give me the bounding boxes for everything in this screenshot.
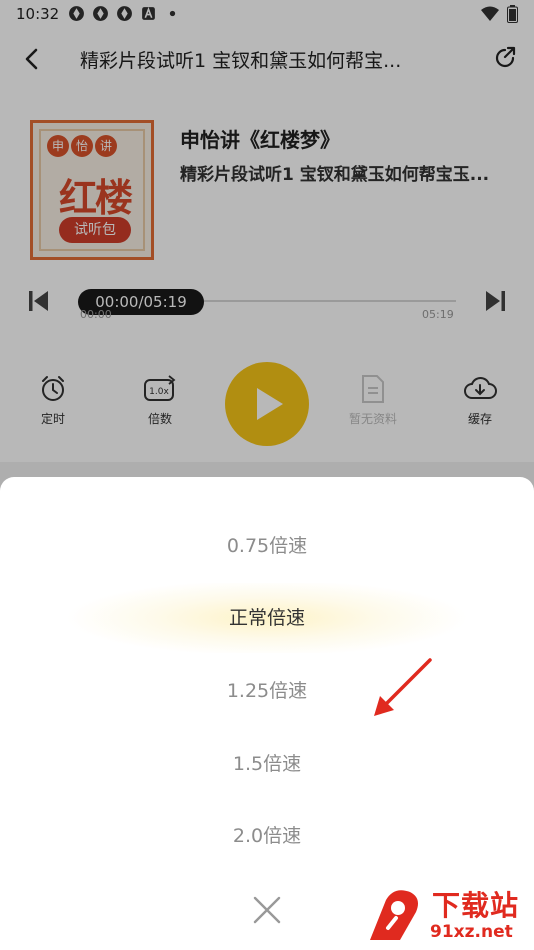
watermark-text: 下载站 xyxy=(432,889,520,922)
speed-option-1.25[interactable]: 1.25倍速 xyxy=(0,656,534,726)
speed-option-2.0[interactable]: 2.0倍速 xyxy=(0,801,534,871)
watermark: 下载站 91xz.net xyxy=(366,884,530,946)
speed-bottom-sheet: 0.75倍速 正常倍速 1.25倍速 1.5倍速 2.0倍速 xyxy=(0,477,534,950)
annotation-arrow-icon xyxy=(374,658,432,716)
speed-option-0.75[interactable]: 0.75倍速 xyxy=(0,511,534,581)
watermark-logo-icon xyxy=(370,890,418,940)
speed-option-1.5[interactable]: 1.5倍速 xyxy=(0,729,534,799)
watermark-url: 91xz.net xyxy=(430,922,513,942)
close-icon[interactable] xyxy=(252,895,282,925)
speed-option-normal[interactable]: 正常倍速 xyxy=(0,583,534,653)
